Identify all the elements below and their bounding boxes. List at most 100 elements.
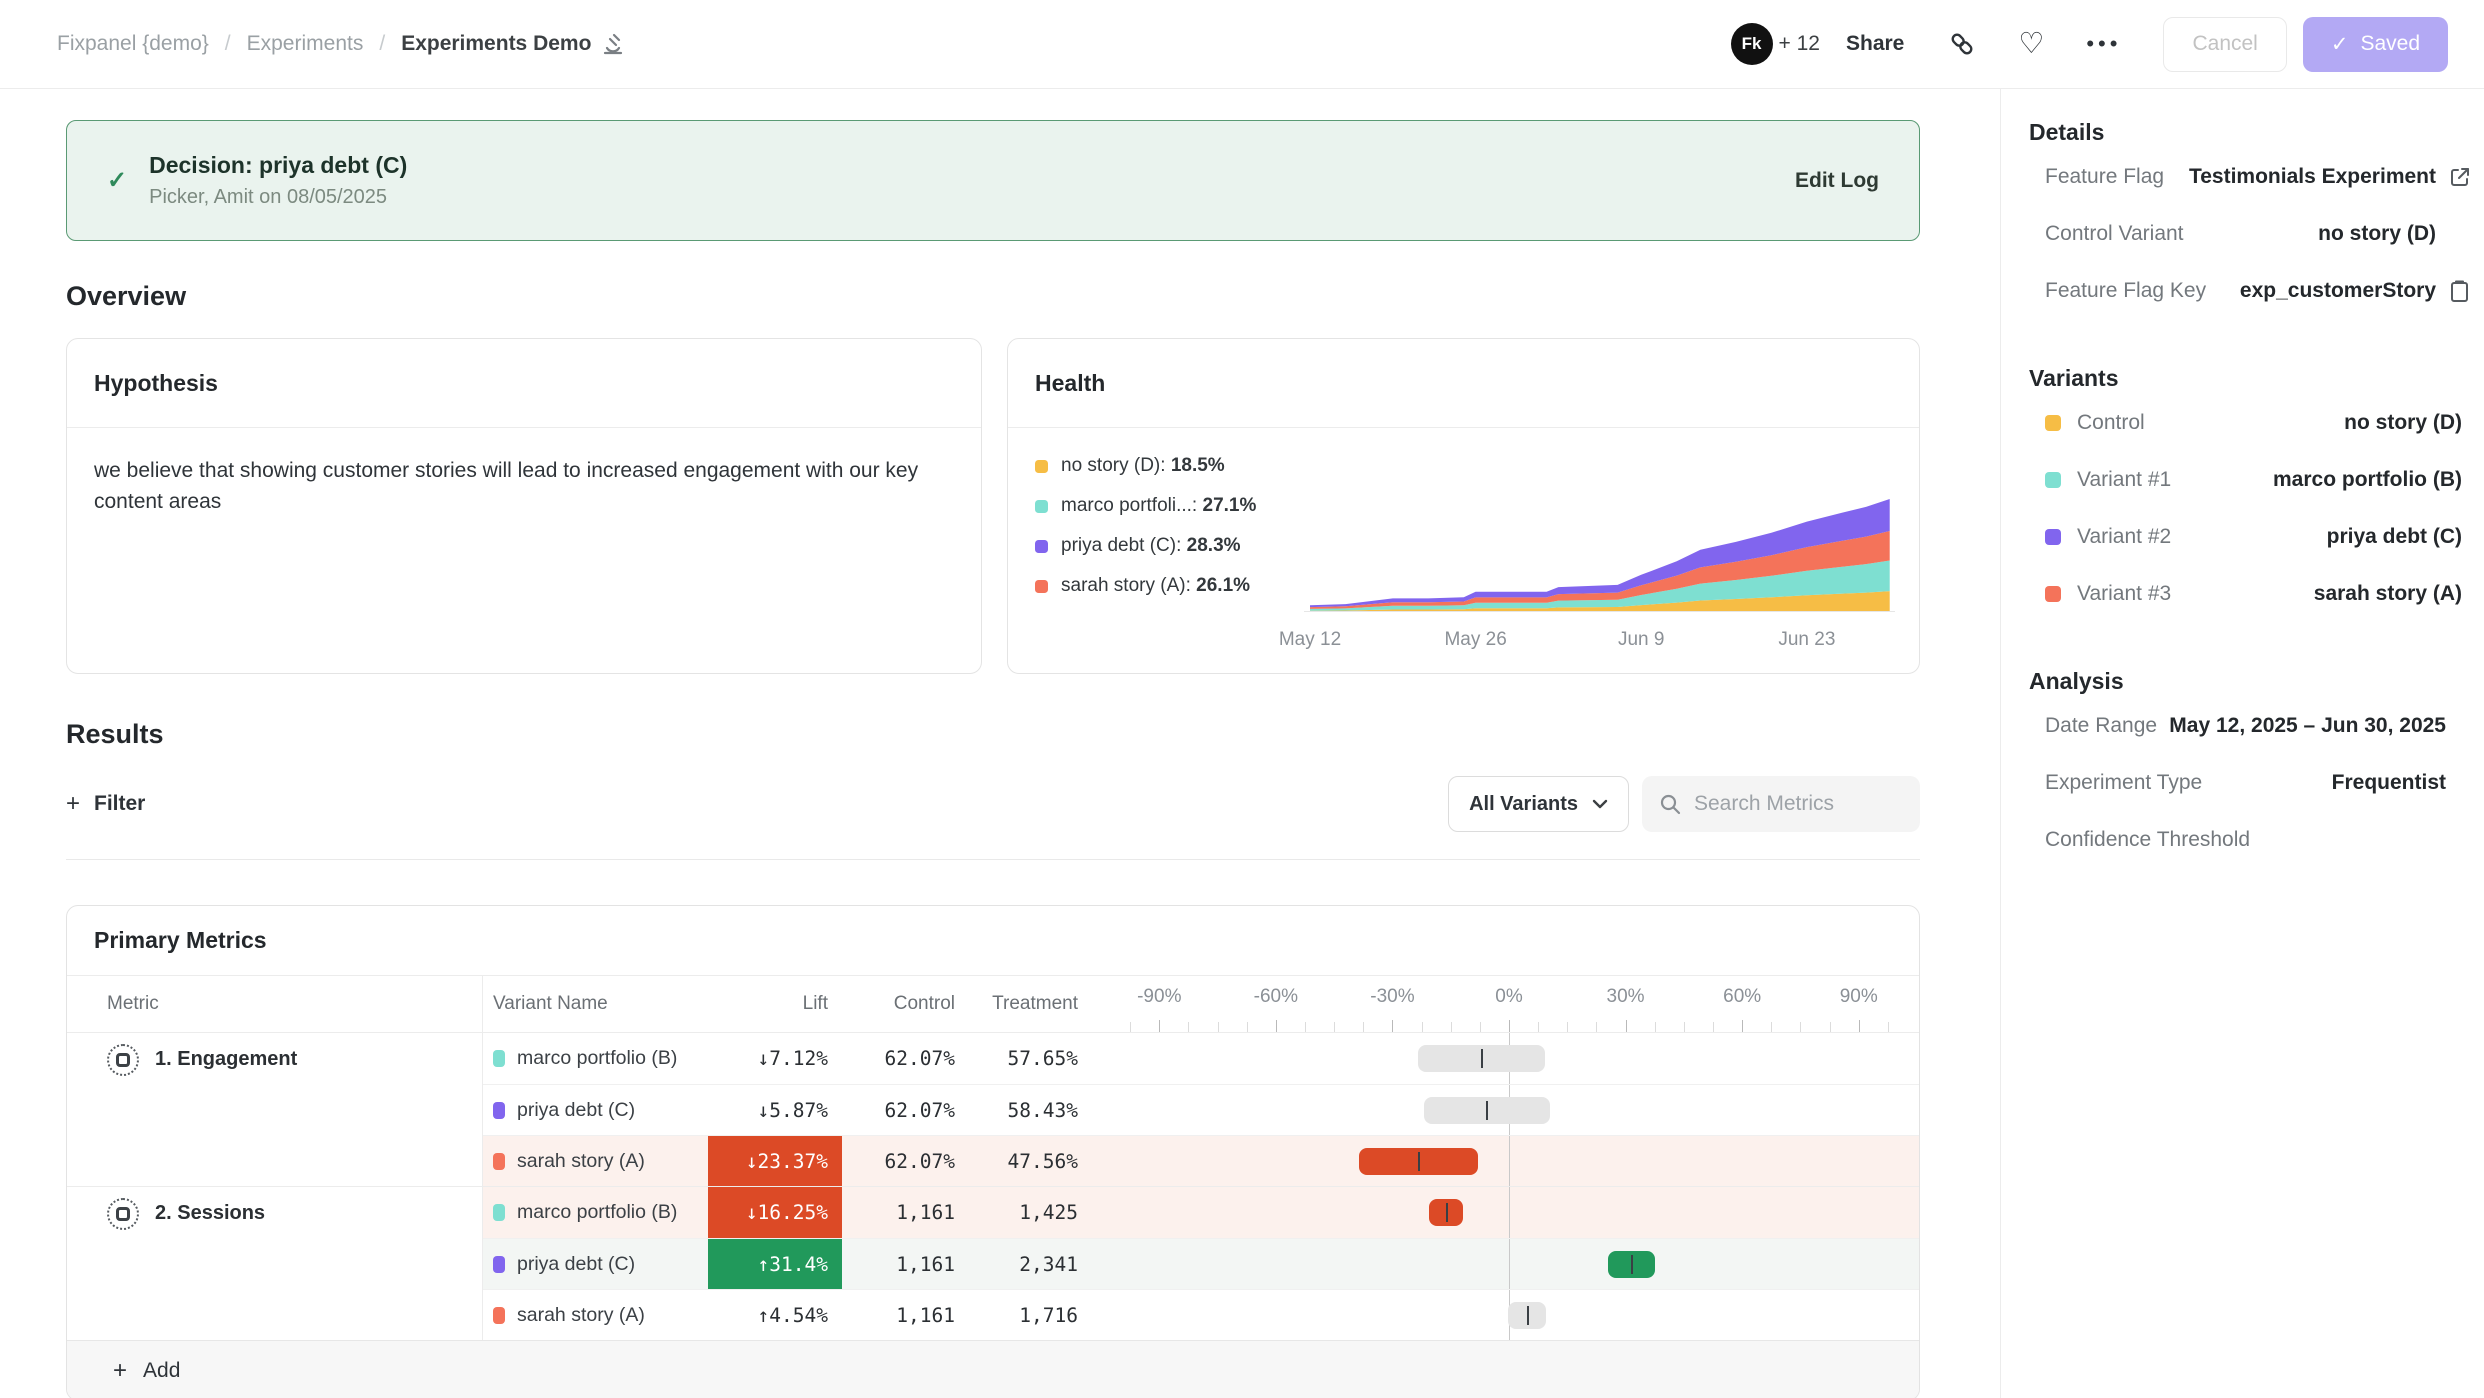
saved-button[interactable]: ✓ Saved [2303,17,2448,72]
variant-row: Control no story (D) [2029,394,2484,451]
x-axis-label: May 12 [1279,629,1341,651]
col-variant-name: Variant Name [483,976,708,1032]
analysis-row: Experiment Type Frequentist [2029,754,2484,811]
add-metric-button[interactable]: + Add [67,1340,1919,1398]
table-row: marco portfolio (B)↓16.25%1,1611,425 [483,1187,1919,1238]
col-treatment: Treatment [959,976,1082,1032]
hypothesis-body: we believe that showing customer stories… [67,428,947,544]
table-header: Metric Variant Name Lift Control Treatme… [67,976,1919,1032]
lift-cell: ↓16.25% [708,1187,842,1238]
analysis-label: Experiment Type [2045,771,2202,795]
axis-tick-label: -30% [1370,986,1414,1008]
treatment-cell: 47.56% [959,1136,1082,1186]
lift-value: ↑4.54% [758,1304,828,1327]
axis-tick-label: 90% [1840,986,1878,1008]
metric-label: 1. Engagement [155,1044,297,1186]
analysis-heading: Analysis [2029,668,2484,695]
treatment-cell: 2,341 [959,1239,1082,1289]
lift-value: ↓23.37% [746,1150,828,1173]
variant-label: Variant #3 [2077,582,2171,606]
variant-name: marco portfolio (B) [517,1047,677,1070]
x-axis-label: May 26 [1444,629,1506,651]
legend-item: no story (D): 18.5% [1035,455,1256,477]
confidence-interval-cell [1082,1136,1919,1186]
search-icon [1658,792,1682,816]
chevron-down-icon [1592,799,1608,809]
analysis-label: Date Range [2045,714,2157,738]
col-metric: Metric [67,976,483,1032]
lift-cell: ↓5.87% [708,1085,842,1135]
results-heading: Results [66,719,1920,750]
variant-color-chip [493,1153,505,1170]
control-cell: 62.07% [842,1033,959,1084]
variant-cell: sarah story (A) [483,1290,708,1340]
decision-subtitle: Picker, Amit on 08/05/2025 [149,186,407,209]
edit-log-button[interactable]: Edit Log [1795,169,1879,193]
variant-label: Control [2077,411,2145,435]
breadcrumb-separator: / [225,32,231,56]
check-icon: ✓ [2331,32,2349,57]
breadcrumb-item[interactable]: Fixpanel {demo} [57,32,209,56]
details-label: Control Variant [2045,222,2184,246]
confidence-interval-cell [1082,1239,1919,1289]
confidence-interval-cell [1082,1290,1919,1340]
breadcrumb-item[interactable]: Experiments Demo [401,32,625,56]
link-icon[interactable] [1948,30,1976,58]
variant-row: Variant #1marco portfolio (B) [2029,451,2484,508]
more-options-icon[interactable]: ••• [2086,31,2121,57]
legend-label: no story (D): 18.5% [1061,455,1225,477]
axis-tick-label: 0% [1495,986,1522,1008]
variant-color-chip [493,1307,505,1324]
details-label: Feature Flag [2045,165,2164,189]
add-filter-button[interactable]: + Filter [66,790,145,818]
variant-value: priya debt (C) [2327,525,2462,549]
copy-icon[interactable] [2449,279,2471,303]
breadcrumb-item[interactable]: Experiments [247,32,364,56]
point-estimate-marker [1446,1203,1448,1222]
variant-color-chip [493,1204,505,1221]
variant-color-chip [493,1256,505,1273]
confidence-interval-cell [1082,1187,1919,1238]
health-area-chart [1304,499,1895,612]
metric-cell: 2. Sessions [67,1187,483,1340]
variant-cell: marco portfolio (B) [483,1033,708,1084]
lift-value: ↑31.4% [758,1253,828,1276]
details-value[interactable]: Testimonials Experiment [2189,165,2436,189]
variant-value: no story (D) [2344,411,2462,435]
point-estimate-marker [1418,1152,1420,1171]
external-link-icon[interactable] [2448,165,2472,189]
treatment-cell: 57.65% [959,1033,1082,1084]
topbar-actions: Fk + 12 Share ♡ ••• Cancel ✓ Saved [1731,17,2448,72]
variants-dropdown[interactable]: All Variants [1448,776,1629,832]
legend-item: priya debt (C): 28.3% [1035,535,1256,557]
details-row: Feature Flag Keyexp_customerStory [2029,262,2484,319]
cancel-button[interactable]: Cancel [2163,17,2286,72]
confidence-interval-cell [1082,1085,1919,1135]
metric-target-icon [107,1198,139,1230]
variant-cell: priya debt (C) [483,1239,708,1289]
share-button[interactable]: Share [1846,32,1904,56]
analysis-value: Frequentist [2332,771,2446,795]
lift-value: ↓5.87% [758,1099,828,1122]
health-title: Health [1008,339,1919,428]
variants-heading: Variants [2029,365,2484,392]
analysis-label: Confidence Threshold [2045,828,2250,852]
variant-cell: marco portfolio (B) [483,1187,708,1238]
variant-value: marco portfolio (B) [2273,468,2462,492]
decision-banner: ✓ Decision: priya debt (C) Picker, Amit … [66,120,1920,241]
variant-cell: priya debt (C) [483,1085,708,1135]
collaborator-count[interactable]: + 12 [1779,32,1820,56]
favorite-icon[interactable]: ♡ [2018,30,2044,59]
avatar[interactable]: Fk [1731,23,1773,65]
point-estimate-marker [1631,1255,1633,1274]
analysis-row: Confidence Threshold [2029,811,2484,868]
breadcrumb-separator: / [379,32,385,56]
health-card: Health no story (D): 18.5%marco portfoli… [1007,338,1920,674]
metric-group: 1. Engagementmarco portfolio (B)↓7.12%62… [67,1032,1919,1186]
primary-metrics-title: Primary Metrics [67,906,1919,976]
details-label: Feature Flag Key [2045,279,2206,303]
search-metrics-input[interactable] [1694,792,1894,816]
metric-label: 2. Sessions [155,1198,265,1340]
axis-tick-label: -60% [1254,986,1298,1008]
table-row: priya debt (C)↑31.4%1,1612,341 [483,1238,1919,1289]
